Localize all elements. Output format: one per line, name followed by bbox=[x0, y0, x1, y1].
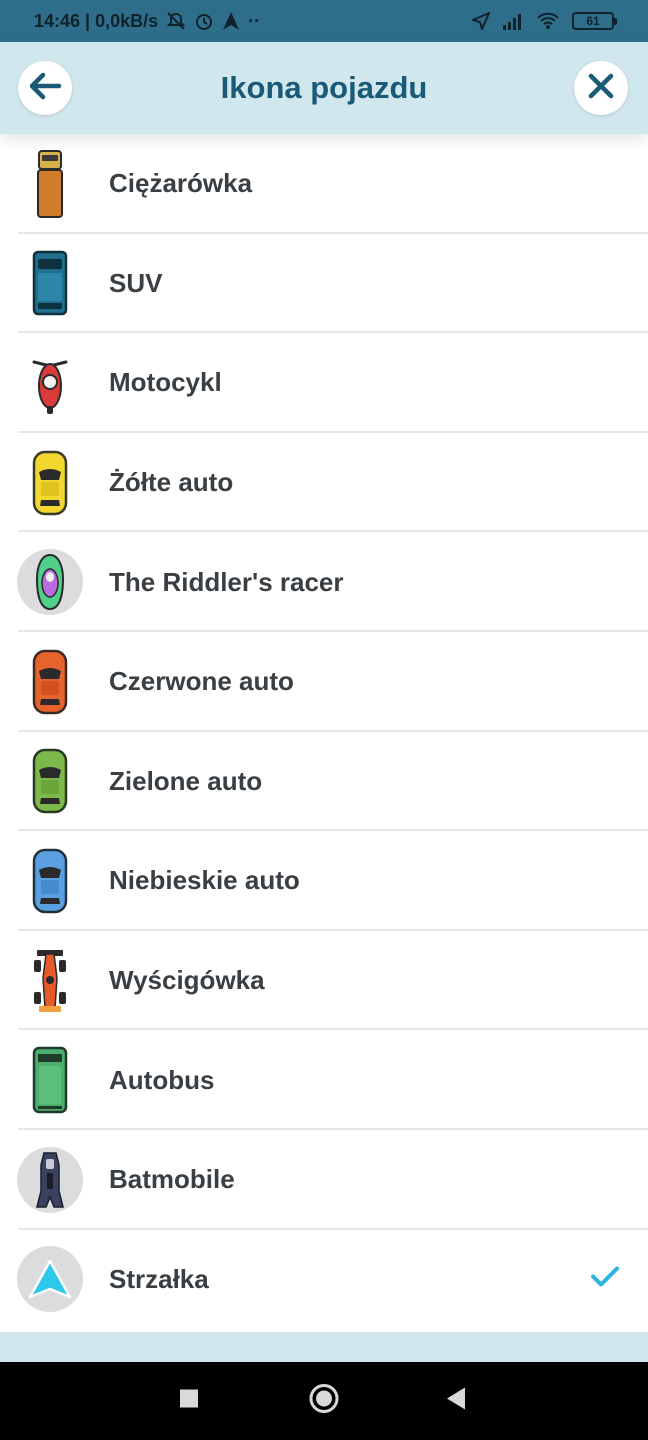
home-circle-icon bbox=[308, 1383, 340, 1420]
list-item-green-car[interactable]: Zielone auto bbox=[0, 732, 648, 832]
triangle-back-icon bbox=[445, 1387, 467, 1416]
list-item-label: Żółte auto bbox=[109, 467, 234, 498]
page-title: Ikona pojazdu bbox=[220, 70, 428, 105]
race-car-icon bbox=[17, 948, 83, 1014]
green-car-icon bbox=[17, 748, 83, 814]
system-nav-bar bbox=[0, 1362, 648, 1440]
navigation-icon bbox=[222, 11, 240, 31]
back-nav-button[interactable] bbox=[445, 1387, 467, 1416]
battery-level: 61 bbox=[586, 14, 600, 28]
back-button[interactable] bbox=[18, 61, 72, 115]
battery-icon: 61 bbox=[572, 12, 617, 30]
home-button[interactable] bbox=[308, 1383, 340, 1420]
list-item-truck[interactable]: Ciężarówka bbox=[0, 134, 648, 234]
bus-icon bbox=[17, 1046, 83, 1114]
list-item-race-car[interactable]: Wyścigówka bbox=[0, 931, 648, 1031]
list-item-label: Czerwone auto bbox=[109, 666, 294, 697]
arrow-left-icon bbox=[28, 71, 62, 106]
motorcycle-icon bbox=[17, 350, 83, 416]
list-item-label: The Riddler's racer bbox=[109, 566, 344, 597]
list-item-yellow-car[interactable]: Żółte auto bbox=[0, 433, 648, 533]
status-right: 61 bbox=[472, 12, 617, 30]
red-car-icon bbox=[17, 649, 83, 715]
arrow-icon bbox=[17, 1246, 83, 1313]
list-item-label: Zielone auto bbox=[109, 765, 263, 796]
riddler-racer-icon bbox=[17, 549, 83, 616]
signal-icon bbox=[502, 12, 524, 30]
list-item-label: Batmobile bbox=[109, 1164, 235, 1195]
list-item-motorcycle[interactable]: Motocykl bbox=[0, 333, 648, 433]
list-item-label: Motocykl bbox=[109, 367, 222, 398]
close-icon bbox=[588, 73, 614, 104]
list-item-label: SUV bbox=[109, 267, 163, 298]
yellow-car-icon bbox=[17, 450, 83, 516]
footer-band bbox=[0, 1332, 648, 1362]
bell-off-icon bbox=[166, 11, 186, 31]
status-dots: ·· bbox=[248, 10, 261, 31]
list-item-label: Autobus bbox=[109, 1064, 215, 1095]
list-item-riddler-racer[interactable]: The Riddler's racer bbox=[0, 532, 648, 632]
suv-icon bbox=[17, 250, 83, 316]
blue-car-icon bbox=[17, 848, 83, 914]
list-item-red-car[interactable]: Czerwone auto bbox=[0, 632, 648, 732]
checkmark-icon bbox=[590, 1266, 620, 1293]
list-item-label: Ciężarówka bbox=[109, 168, 253, 199]
batmobile-icon bbox=[17, 1146, 83, 1213]
list-item-label: Strzałka bbox=[109, 1263, 209, 1294]
app-header: Ikona pojazdu bbox=[0, 42, 648, 134]
alarm-icon bbox=[194, 11, 214, 31]
truck-icon bbox=[17, 149, 83, 218]
list-item-suv[interactable]: SUV bbox=[0, 234, 648, 334]
list-item-bus[interactable]: Autobus bbox=[0, 1030, 648, 1130]
list-item-blue-car[interactable]: Niebieskie auto bbox=[0, 831, 648, 931]
close-button[interactable] bbox=[574, 61, 628, 115]
list-item-label: Wyścigówka bbox=[109, 965, 265, 996]
status-left: 14:46 | 0,0kB/s ·· bbox=[34, 11, 260, 32]
list-item-arrow[interactable]: Strzałka bbox=[0, 1230, 648, 1330]
list-item-label: Niebieskie auto bbox=[109, 865, 300, 896]
list-item-batmobile[interactable]: Batmobile bbox=[0, 1130, 648, 1230]
status-bar: 14:46 | 0,0kB/s ·· 61 bbox=[0, 0, 648, 42]
location-icon bbox=[472, 12, 490, 30]
vehicle-list: Ciężarówka SUV Motocykl Żółte auto The R… bbox=[0, 134, 648, 1332]
status-time-speed: 14:46 | 0,0kB/s bbox=[34, 10, 159, 31]
wifi-icon bbox=[536, 12, 560, 30]
square-icon bbox=[179, 1389, 199, 1414]
recents-button[interactable] bbox=[179, 1389, 199, 1414]
